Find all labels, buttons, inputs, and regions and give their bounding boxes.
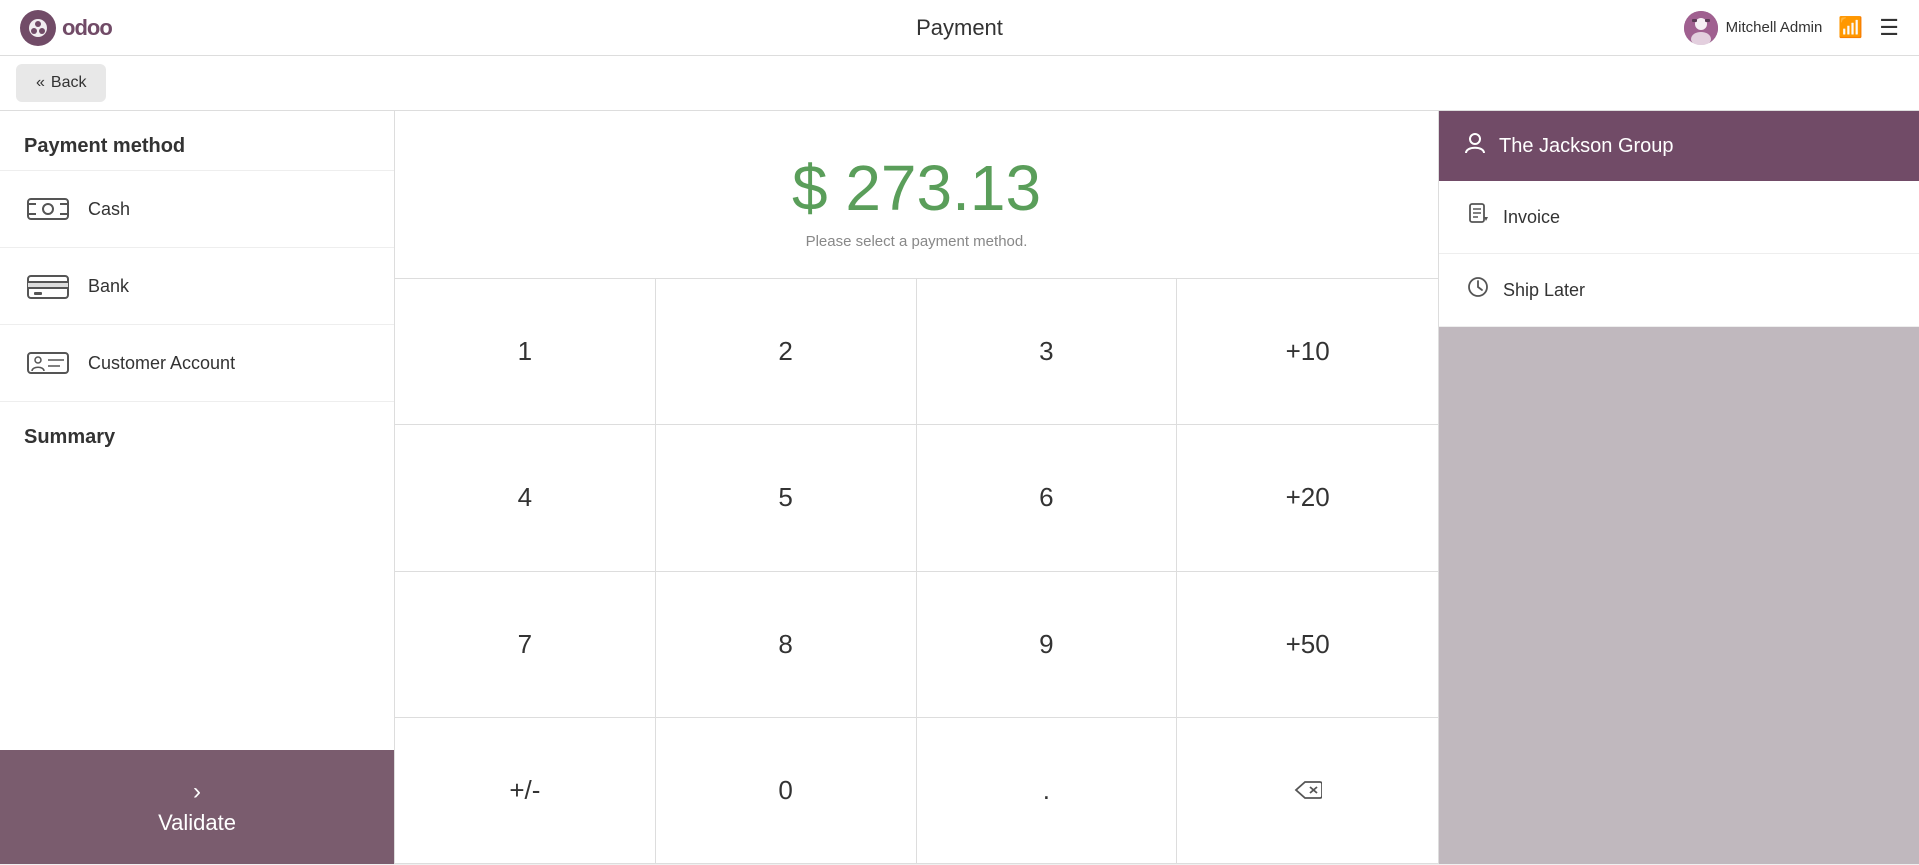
back-label: Back bbox=[51, 74, 87, 92]
topnav-right: Mitchell Admin 📶 ☰ bbox=[1684, 11, 1899, 45]
key-1[interactable]: 1 bbox=[395, 279, 656, 425]
key-plus10[interactable]: +10 bbox=[1177, 279, 1438, 425]
customer-account-label: Customer Account bbox=[88, 353, 235, 374]
summary-section: Summary bbox=[0, 402, 394, 485]
key-plus20[interactable]: +20 bbox=[1177, 425, 1438, 571]
bank-icon bbox=[24, 268, 72, 304]
key-backspace[interactable] bbox=[1177, 718, 1438, 864]
page-title: Payment bbox=[916, 15, 1003, 41]
cash-icon bbox=[24, 191, 72, 227]
right-panel: The Jackson Group Invoice bbox=[1439, 111, 1919, 864]
customer-name: The Jackson Group bbox=[1499, 135, 1674, 158]
odoo-logo-icon bbox=[20, 10, 56, 46]
payment-method-bank[interactable]: Bank bbox=[0, 248, 394, 325]
key-0[interactable]: 0 bbox=[656, 718, 917, 864]
topnav-left: odoo bbox=[20, 10, 112, 46]
back-button[interactable]: « Back bbox=[16, 64, 106, 102]
payment-method-cash[interactable]: Cash bbox=[0, 171, 394, 248]
back-arrow-icon: « bbox=[36, 74, 45, 92]
left-panel-content: Payment method Cash bbox=[0, 111, 394, 750]
customer-header: The Jackson Group bbox=[1439, 111, 1919, 181]
validate-button[interactable]: › Validate bbox=[0, 750, 394, 864]
menu-icon[interactable]: ☰ bbox=[1879, 15, 1899, 41]
customer-account-icon bbox=[24, 345, 72, 381]
key-plusminus[interactable]: +/- bbox=[395, 718, 656, 864]
odoo-logo: odoo bbox=[20, 10, 112, 46]
amount-value: $ 273.13 bbox=[419, 151, 1414, 225]
customer-header-icon bbox=[1463, 131, 1487, 161]
amount-hint: Please select a payment method. bbox=[419, 233, 1414, 250]
amount-display: $ 273.13 Please select a payment method. bbox=[395, 111, 1438, 279]
key-5[interactable]: 5 bbox=[656, 425, 917, 571]
avatar bbox=[1684, 11, 1718, 45]
ship-later-icon bbox=[1467, 276, 1489, 304]
main-layout: Payment method Cash bbox=[0, 111, 1919, 864]
ship-later-action[interactable]: Ship Later bbox=[1439, 254, 1919, 327]
key-9[interactable]: 9 bbox=[917, 572, 1178, 718]
key-7[interactable]: 7 bbox=[395, 572, 656, 718]
summary-title: Summary bbox=[24, 426, 370, 449]
key-3[interactable]: 3 bbox=[917, 279, 1178, 425]
key-4[interactable]: 4 bbox=[395, 425, 656, 571]
key-2[interactable]: 2 bbox=[656, 279, 917, 425]
validate-label: Validate bbox=[158, 810, 236, 836]
center-panel: $ 273.13 Please select a payment method.… bbox=[395, 111, 1439, 864]
keypad: 1 2 3 +10 4 5 6 +20 7 8 9 +50 +/- 0 . bbox=[395, 279, 1438, 864]
key-dot[interactable]: . bbox=[917, 718, 1178, 864]
ship-later-label: Ship Later bbox=[1503, 280, 1585, 301]
payment-method-customer-account[interactable]: Customer Account bbox=[0, 325, 394, 402]
key-plus50[interactable]: +50 bbox=[1177, 572, 1438, 718]
user-info[interactable]: Mitchell Admin bbox=[1684, 11, 1823, 45]
invoice-action[interactable]: Invoice bbox=[1439, 181, 1919, 254]
validate-arrow-icon: › bbox=[193, 778, 201, 806]
wifi-icon: 📶 bbox=[1838, 15, 1863, 40]
topnav: odoo Payment Mitchell Admin 📶 ☰ bbox=[0, 0, 1919, 56]
right-bottom-area bbox=[1439, 327, 1919, 864]
odoo-logo-text: odoo bbox=[62, 15, 112, 41]
bank-label: Bank bbox=[88, 276, 129, 297]
back-row: « Back bbox=[0, 56, 1919, 111]
left-panel: Payment method Cash bbox=[0, 111, 395, 864]
invoice-label: Invoice bbox=[1503, 207, 1560, 228]
payment-method-title: Payment method bbox=[0, 111, 394, 171]
key-6[interactable]: 6 bbox=[917, 425, 1178, 571]
key-8[interactable]: 8 bbox=[656, 572, 917, 718]
user-name: Mitchell Admin bbox=[1726, 19, 1823, 36]
invoice-icon bbox=[1467, 203, 1489, 231]
cash-label: Cash bbox=[88, 199, 130, 220]
